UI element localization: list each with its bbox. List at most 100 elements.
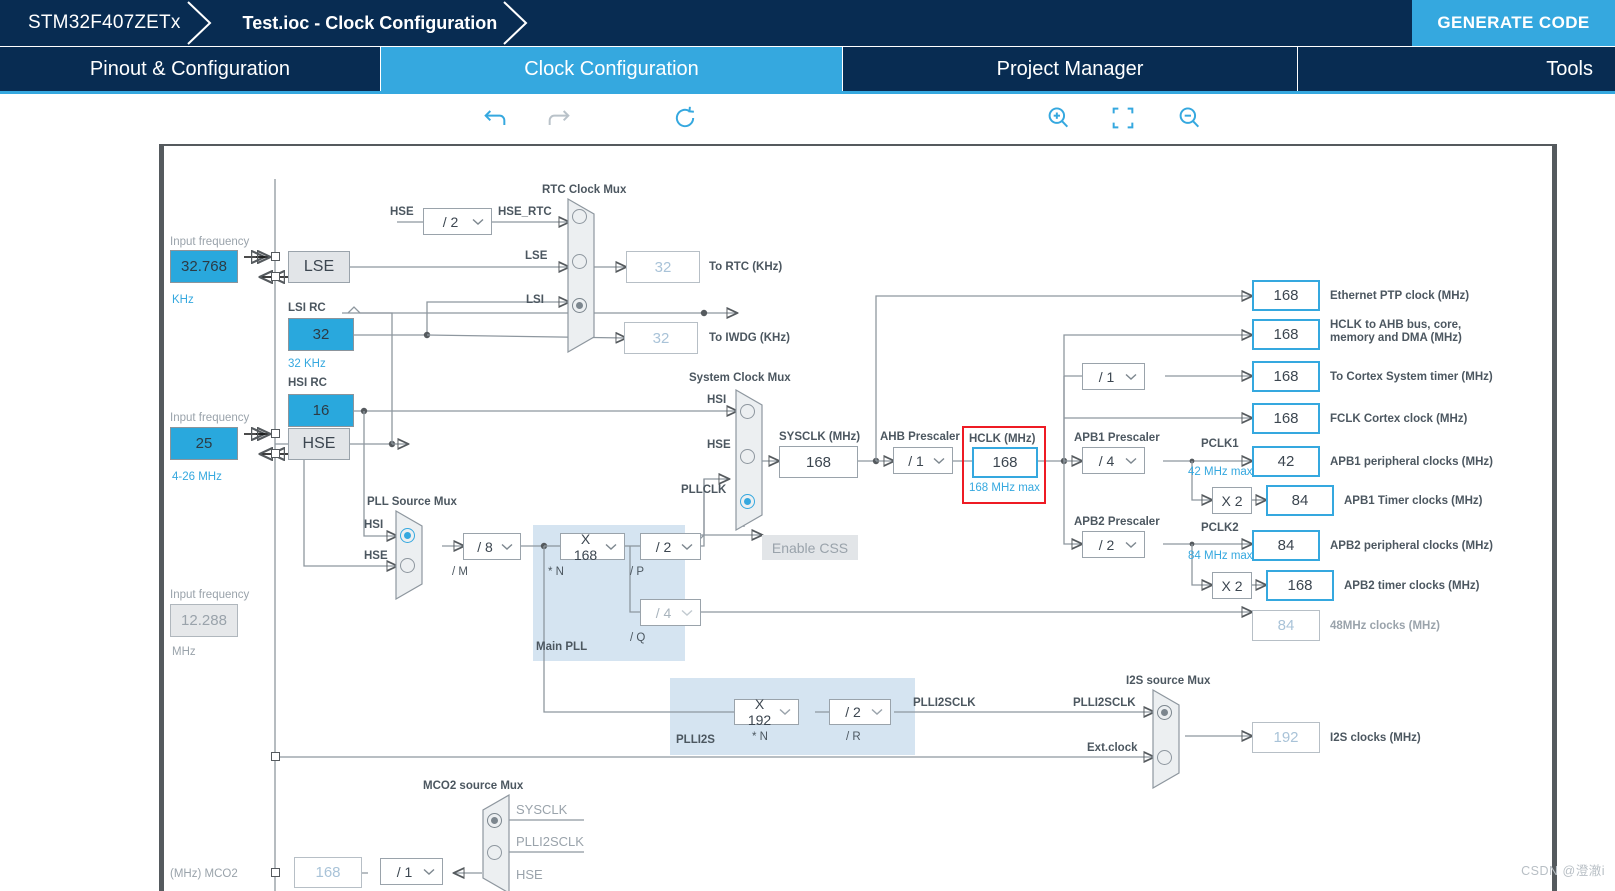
pll-p-divider-select[interactable]: / 2 (640, 533, 701, 560)
mco2-option-plli2sclk[interactable] (487, 845, 502, 860)
bus-connector (271, 868, 280, 877)
hse-input-frequency-field[interactable]: 25 (170, 427, 238, 460)
bus-connector (271, 272, 280, 281)
output-apb1-peripheral-value: 42 (1252, 446, 1320, 477)
i2s-source-label-plli2sclk: PLLI2SCLK (1073, 697, 1136, 709)
breadcrumb-device-label: STM32F407ZETx (28, 12, 181, 33)
sysclk-title: SYSCLK (MHz) (779, 431, 861, 443)
pclk1-label: PCLK1 (1201, 438, 1239, 450)
pll-source-option-hsi[interactable] (400, 528, 415, 543)
pll-q-divider-select[interactable]: / 4 (640, 599, 701, 626)
reset-button[interactable] (669, 94, 701, 142)
hclk-value-field[interactable]: 168 (972, 447, 1038, 478)
system-clock-label-hsi: HSI (707, 394, 727, 406)
plli2s-r-divider-select[interactable]: / 2 (829, 699, 891, 725)
rtc-mux-option-hse-rtc[interactable] (572, 209, 587, 224)
output-hclk-ahb-value: 168 (1252, 319, 1320, 350)
pll-m-divider-select[interactable]: / 8 (463, 533, 521, 560)
title-bar: STM32F407ZETx Test.ioc - Clock Configura… (0, 0, 1615, 46)
rtc-mux-option-lsi[interactable] (572, 298, 587, 313)
hsi-value-field: 16 (288, 394, 354, 427)
pll-p-sub-label: / P (630, 566, 645, 578)
lse-input-frequency-field[interactable]: 32.768 (170, 250, 238, 283)
apb2-prescaler-title: APB2 Prescaler (1074, 516, 1160, 528)
hse-unit-label: 4-26 MHz (172, 471, 222, 483)
mco2-source-mux[interactable] (482, 793, 510, 891)
breadcrumb-device[interactable]: STM32F407ZETx (0, 0, 215, 46)
pll-source-option-hse[interactable] (400, 558, 415, 573)
chevron-down-icon (1122, 532, 1140, 557)
hse-rtc-divider-select[interactable]: / 2 (423, 208, 492, 235)
i2s-clocks-label: I2S clocks (MHz) (1330, 732, 1421, 744)
output-ethernet-ptp-value: 168 (1252, 280, 1320, 311)
chevron-right-icon (498, 0, 532, 46)
mco2-label-sysclk: SYSCLK (516, 802, 568, 817)
bus-connector (271, 752, 280, 761)
i2s-source-mux[interactable] (1152, 688, 1180, 790)
tab-project-manager[interactable]: Project Manager (843, 47, 1298, 91)
chevron-down-icon (420, 859, 438, 884)
output-apb1-timer-label: APB1 Timer clocks (MHz) (1344, 495, 1483, 507)
tab-clock-configuration[interactable]: Clock Configuration (381, 47, 843, 91)
chevron-down-icon (776, 700, 794, 724)
apb2-prescaler-select[interactable]: / 2 (1082, 531, 1145, 558)
pclk2-label: PCLK2 (1201, 522, 1239, 534)
i2s-source-label-extclock: Ext.clock (1087, 742, 1138, 754)
generate-code-button[interactable]: GENERATE CODE (1412, 0, 1615, 46)
system-clock-option-hse[interactable] (740, 449, 755, 464)
i2s-clocks-value: 192 (1252, 722, 1320, 753)
sysclk-value: 168 (779, 446, 858, 478)
rtc-clock-mux-title: RTC Clock Mux (542, 184, 627, 196)
pll-source-mux-title: PLL Source Mux (367, 496, 457, 508)
zoom-out-button[interactable] (1173, 94, 1205, 142)
output-cortex-systimer-label: To Cortex System timer (MHz) (1330, 371, 1493, 383)
i2s-input-frequency-field[interactable]: 12.288 (170, 604, 238, 637)
hclk-max-label: 168 MHz max (969, 482, 1040, 494)
enable-css-button[interactable]: Enable CSS (762, 535, 858, 560)
plli2s-n-multiplier-select[interactable]: X 192 (734, 696, 799, 728)
fit-to-screen-button[interactable] (1107, 94, 1139, 142)
mco2-option-sysclk[interactable] (487, 813, 502, 828)
hse-oscillator-block: HSE (288, 428, 350, 460)
output-apb2-timer-value: 168 (1266, 570, 1334, 601)
apb1-prescaler-select[interactable]: / 4 (1082, 447, 1145, 474)
output-fclk-cortex-value: 168 (1252, 403, 1320, 434)
rtc-mux-option-lse[interactable] (572, 254, 587, 269)
i2s-input-frequency-label: Input frequency (170, 589, 250, 601)
undo-button[interactable] (479, 94, 511, 142)
clock-tree-canvas[interactable]: Input frequency 32.768 KHz LSE LSI RC 32… (159, 144, 1557, 891)
mco2-row-divider-select[interactable]: / 1 (380, 858, 443, 885)
plli2s-title: PLLI2S (676, 734, 715, 746)
lse-oscillator-block: LSE (288, 251, 350, 283)
breadcrumb-file[interactable]: Test.ioc - Clock Configuration (215, 0, 532, 46)
system-clock-option-hsi[interactable] (740, 404, 755, 419)
plli2sclk-out-label: PLLI2SCLK (913, 697, 976, 709)
apb1-timer-multiplier: X 2 (1212, 487, 1252, 514)
tab-pinout-configuration[interactable]: Pinout & Configuration (0, 47, 381, 91)
i2s-source-option-extclock[interactable] (1157, 750, 1172, 765)
chevron-down-icon (678, 600, 696, 625)
main-tab-bar: Pinout & Configuration Clock Configurati… (0, 47, 1615, 91)
system-clock-option-pllclk[interactable] (740, 494, 755, 509)
pll-source-mux[interactable] (395, 509, 423, 601)
to-rtc-label: To RTC (KHz) (709, 261, 783, 273)
apb1-prescaler-title: APB1 Prescaler (1074, 432, 1160, 444)
redo-button[interactable] (543, 94, 575, 142)
tab-tools[interactable]: Tools (1298, 47, 1615, 91)
pll-n-multiplier-select[interactable]: X 168 (560, 531, 625, 563)
redo-icon (548, 110, 570, 125)
i2s-source-mux-title: I2S source Mux (1126, 675, 1211, 687)
zoom-in-button[interactable] (1042, 94, 1074, 142)
chevron-down-icon (678, 534, 696, 559)
output-apb1-peripheral-label: APB1 peripheral clocks (MHz) (1330, 456, 1493, 468)
bus-connector (271, 252, 280, 261)
zoom-out-icon (1179, 107, 1200, 128)
cortex-timer-divider-select[interactable]: / 1 (1082, 363, 1145, 390)
ahb-prescaler-select[interactable]: / 1 (893, 447, 953, 474)
lse-unit-label: KHz (172, 294, 194, 306)
i2s-source-option-plli2sclk[interactable] (1157, 705, 1172, 720)
bus-connector (271, 429, 280, 438)
lsi-rc-title: LSI RC (288, 302, 326, 314)
output-apb1-timer-value: 84 (1266, 485, 1334, 516)
output-fclk-cortex-label: FCLK Cortex clock (MHz) (1330, 413, 1468, 425)
